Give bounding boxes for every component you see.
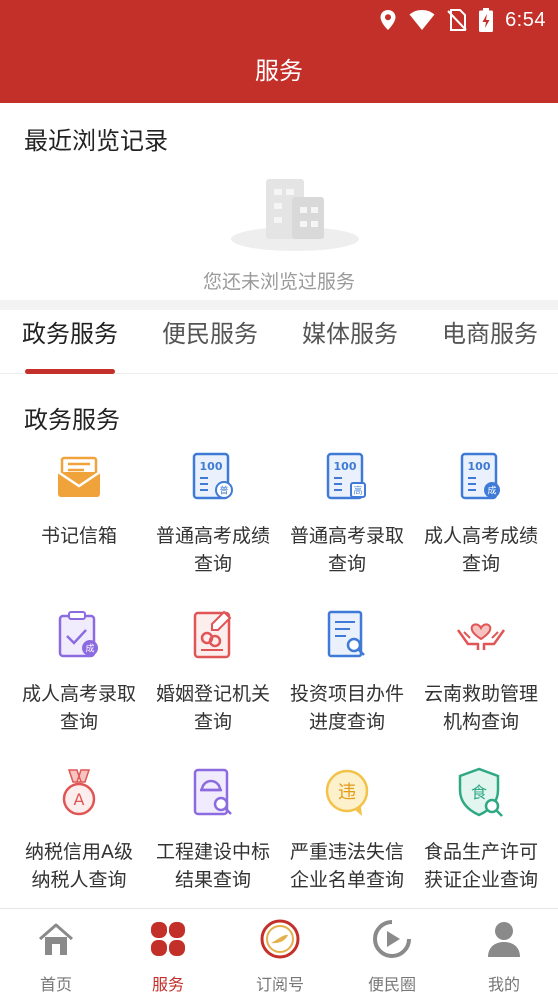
title-bar: 服务 [0,40,558,103]
svg-text:普: 普 [219,485,228,497]
tabbar-label: 首页 [39,975,72,992]
tab-convenience-services[interactable]: 便民服务 [145,310,275,374]
service-label: 书记信箱 [40,525,117,547]
svg-text:高: 高 [353,485,362,497]
location-icon [380,10,396,30]
rescue-hands-icon [456,623,506,650]
service-rescue-agency[interactable]: 云南救助管理机构查询 [414,608,548,736]
service-label: 食品生产许可获证企业查询 [423,841,538,891]
empty-buildings-illustration [231,179,359,251]
page-title: 服务 [255,57,303,85]
service-label: 严重违法失信企业名单查询 [289,841,404,891]
tab-ecommerce-services[interactable]: 电商服务 [425,310,555,374]
tabbar-community[interactable]: 便民圈 [336,909,448,992]
no-sim-icon [447,9,467,31]
marriage-registry-icon [193,610,232,659]
section-heading: 政务服务 [24,406,120,434]
play-circle-icon [373,920,411,958]
wifi-icon [409,10,435,30]
service-exam-score[interactable]: 100 普 普通高考成绩查询 [146,450,280,578]
recent-history-panel: 最近浏览记录 您还未浏览过服务 [0,103,558,300]
svg-text:100: 100 [334,460,357,473]
service-label: 普通高考录取查询 [289,525,404,575]
profile-icon [488,922,520,957]
bottom-tab-bar: 首页 服务 订阅号 便民圈 我的 [0,908,558,992]
service-label: 成人高考录取查询 [21,683,136,733]
tabbar-home[interactable]: 首页 [0,909,112,992]
services-clover-icon [151,922,185,956]
tab-media-services[interactable]: 媒体服务 [285,310,415,374]
section-divider [0,300,558,310]
service-label: 成人高考成绩查询 [423,525,538,575]
tab-government-services[interactable]: 政务服务 [5,310,135,374]
service-adult-admission[interactable]: 成 成人高考录取查询 [12,608,146,736]
food-license-icon: 食 [458,767,503,817]
service-label: 纳税信用A级纳税人查询 [25,841,133,891]
svg-text:成: 成 [85,643,94,655]
service-construction-bid[interactable]: 工程建设中标结果查询 [146,766,280,894]
service-tax-credit[interactable]: A 纳税信用A级纳税人查询 [12,766,146,894]
tabbar-label: 订阅号 [255,975,304,992]
service-marriage-registry[interactable]: 婚姻登记机关查询 [146,608,280,736]
service-adult-score[interactable]: 100 成 成人高考成绩查询 [414,450,548,578]
svg-text:A: A [74,790,85,809]
tabbar-profile[interactable]: 我的 [448,909,558,992]
battery-charging-icon [479,8,494,32]
subscription-icon [260,919,300,959]
service-mailbox[interactable]: 书记信箱 [12,450,146,550]
service-label: 普通高考成绩查询 [155,525,270,575]
service-investment-progress[interactable]: 投资项目办件进度查询 [280,608,414,736]
tabbar-services[interactable]: 服务 [112,909,224,992]
svg-text:100: 100 [468,460,491,473]
svg-text:100: 100 [200,460,223,473]
construction-search-icon [193,768,232,816]
service-label: 投资项目办件进度查询 [289,683,404,733]
active-tab-indicator [25,369,115,374]
service-food-license[interactable]: 食 食品生产许可获证企业查询 [414,766,548,894]
investment-search-icon [327,610,365,658]
mailbox-icon [57,456,101,497]
recent-history-title: 最近浏览记录 [24,127,168,155]
tax-medal-icon: A [62,769,96,816]
service-label: 工程建设中标结果查询 [155,841,270,891]
svg-text:食: 食 [471,783,487,802]
service-category-tabs: 政务服务 便民服务 媒体服务 电商服务 [0,310,558,374]
tabbar-subscription[interactable]: 订阅号 [224,909,336,992]
tabbar-label: 我的 [487,975,520,992]
score-report-icon: 100 普 [192,452,233,500]
service-exam-admission[interactable]: 100 高 普通高考录取查询 [280,450,414,578]
admission-report-icon: 100 高 [326,452,366,500]
service-label: 婚姻登记机关查询 [155,683,270,733]
tabbar-label: 服务 [151,975,184,992]
svg-text:成: 成 [487,485,496,497]
home-icon [39,923,73,955]
service-violation-list[interactable]: 违 严重违法失信企业名单查询 [280,766,414,894]
adult-score-report-icon: 100 成 [460,452,500,500]
svg-text:违: 违 [338,782,356,803]
clock-time: 6:54 [505,8,546,31]
status-bar: 6:54 [0,0,558,40]
service-label: 云南救助管理机构查询 [423,683,538,733]
tabbar-label: 便民圈 [367,975,416,992]
adult-admission-check-icon: 成 [58,611,98,658]
empty-history-text: 您还未浏览过服务 [202,271,355,293]
violation-icon: 违 [325,769,369,816]
